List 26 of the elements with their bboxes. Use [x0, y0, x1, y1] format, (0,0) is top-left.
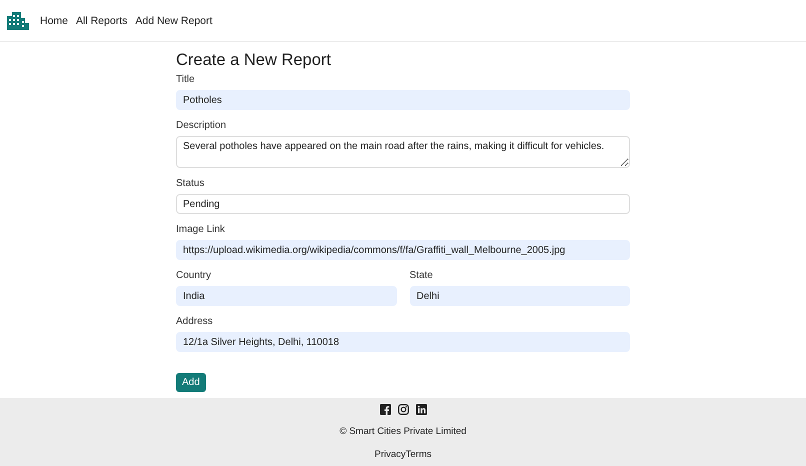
- input-field[interactable]: India: [176, 286, 396, 306]
- input-field[interactable]: https://upload.wikimedia.org/wikipedia/commons/f/fa/Graffiti_wall_Melbourne_2005.jpg: [176, 240, 630, 260]
- instagram-icon[interactable]: [398, 404, 408, 415]
- input-field[interactable]: Potholes: [176, 90, 630, 110]
- field-label: Status: [176, 177, 206, 190]
- nav-link[interactable]: All Reports: [76, 14, 128, 26]
- field-label: Description: [176, 119, 228, 132]
- linkedin-icon[interactable]: [416, 404, 426, 415]
- field-label: Title: [176, 73, 196, 86]
- footer-link[interactable]: Terms: [406, 449, 432, 460]
- input-field[interactable]: 12/1a Silver Heights, Delhi, 110018: [176, 332, 630, 352]
- field-label: Address: [176, 315, 214, 328]
- nav-link[interactable]: Home: [40, 14, 68, 26]
- description-field[interactable]: Several potholes have appeared on the main road after the rains, making it difficult for vehicles.: [176, 136, 630, 168]
- nav-link[interactable]: Add New Report: [135, 14, 212, 26]
- add-button[interactable]: Add: [176, 373, 206, 392]
- input-field[interactable]: Pending: [176, 194, 630, 214]
- copyright-text: © Smart Cities Private Limited: [340, 426, 466, 437]
- field-label: State: [410, 269, 434, 282]
- field-label: Image Link: [176, 223, 226, 236]
- field-label: Country: [176, 269, 212, 282]
- buildings-logo-icon[interactable]: [7, 12, 29, 30]
- input-field[interactable]: Delhi: [410, 286, 630, 306]
- footer-link[interactable]: Privacy: [374, 449, 406, 460]
- facebook-icon[interactable]: [380, 404, 390, 415]
- form-heading: Create a New Report: [176, 51, 332, 70]
